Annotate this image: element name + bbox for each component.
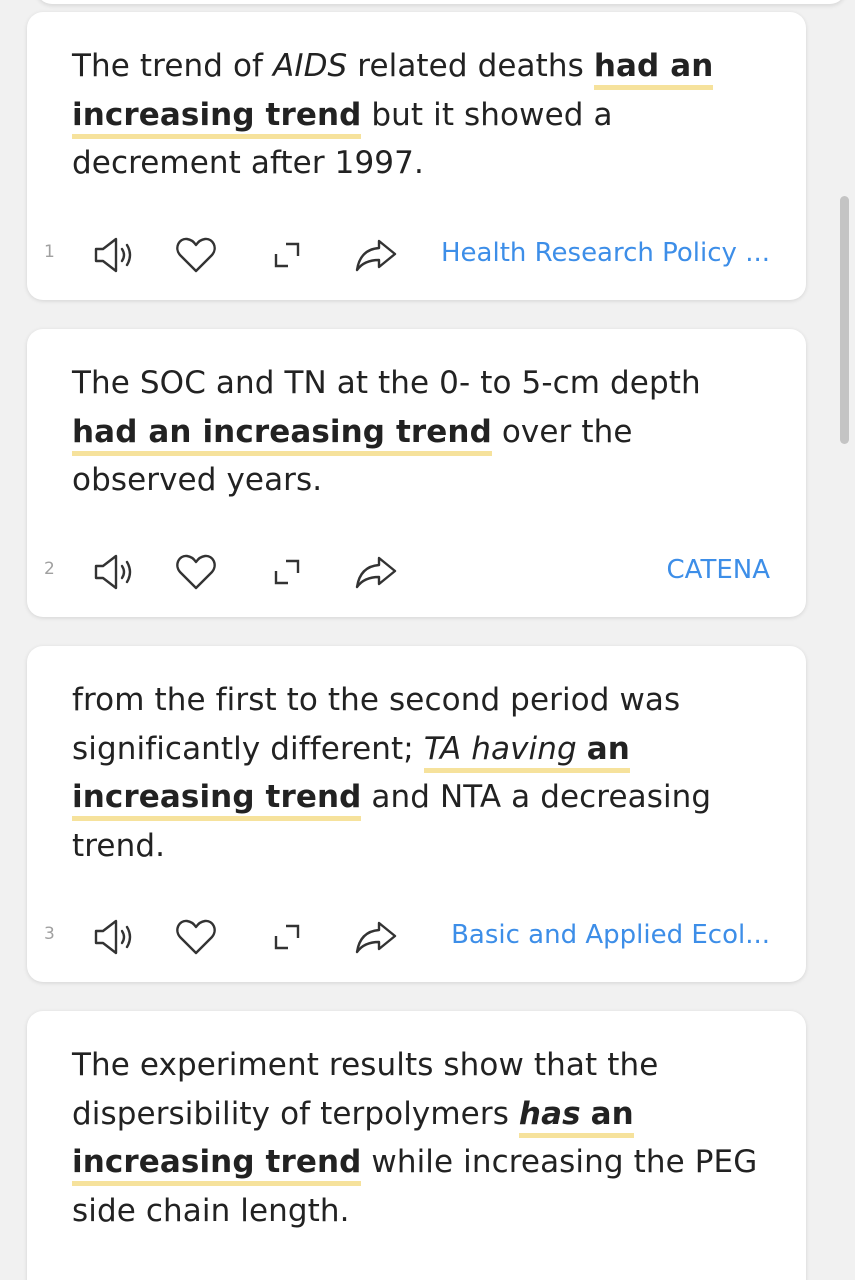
highlighted-phrase: increasing trend bbox=[72, 1144, 362, 1186]
sentence-card: from the first to the second period was … bbox=[27, 646, 806, 982]
highlighted-phrase: has an bbox=[518, 1095, 634, 1138]
scrollbar[interactable] bbox=[840, 196, 849, 444]
highlighted-phrase: had an bbox=[593, 48, 714, 90]
card-number: 3 bbox=[44, 924, 55, 944]
highlighted-phrase: increasing trend bbox=[72, 779, 362, 821]
expand-icon[interactable] bbox=[262, 547, 312, 597]
sentence-card: The experiment results show that the dis… bbox=[27, 1011, 806, 1280]
speaker-icon[interactable] bbox=[88, 230, 138, 280]
sentence-text: The experiment results show that the dis… bbox=[72, 1047, 758, 1229]
card-number: 2 bbox=[44, 559, 55, 579]
source-link[interactable]: CATENA bbox=[667, 555, 770, 585]
share-icon[interactable] bbox=[351, 547, 401, 597]
speaker-icon[interactable] bbox=[88, 547, 138, 597]
expand-icon[interactable] bbox=[262, 230, 312, 280]
source-link[interactable]: Basic and Applied Ecol... bbox=[451, 920, 770, 950]
sentence-text: The SOC and TN at the 0- to 5-cm depth h… bbox=[72, 365, 701, 498]
sentence-text: from the first to the second period was … bbox=[72, 682, 712, 864]
sentence-list-screen: The trend of AIDS related deaths had an … bbox=[0, 0, 855, 1280]
heart-icon[interactable] bbox=[171, 230, 221, 280]
sentence-card: The SOC and TN at the 0- to 5-cm depth h… bbox=[27, 329, 806, 617]
card-actions: 1 Health Research Policy ... bbox=[27, 230, 806, 280]
sentence-text: The trend of AIDS related deaths had an … bbox=[72, 48, 714, 181]
speaker-icon[interactable] bbox=[88, 912, 138, 962]
sentence-card: The trend of AIDS related deaths had an … bbox=[27, 12, 806, 300]
heart-icon[interactable] bbox=[171, 547, 221, 597]
card-actions: 3 Basic and Applied Ecol... bbox=[27, 912, 806, 962]
highlighted-phrase: had an increasing trend bbox=[72, 413, 492, 456]
highlighted-phrase: TA having an bbox=[423, 730, 630, 773]
share-icon[interactable] bbox=[351, 230, 401, 280]
card-number: 1 bbox=[44, 242, 55, 262]
source-link[interactable]: Health Research Policy ... bbox=[441, 238, 770, 268]
highlighted-phrase: increasing trend bbox=[72, 96, 362, 139]
heart-icon[interactable] bbox=[171, 912, 221, 962]
previous-card-edge bbox=[36, 0, 846, 4]
card-actions: 2 CATENA bbox=[27, 547, 806, 597]
expand-icon[interactable] bbox=[262, 912, 312, 962]
share-icon[interactable] bbox=[351, 912, 401, 962]
